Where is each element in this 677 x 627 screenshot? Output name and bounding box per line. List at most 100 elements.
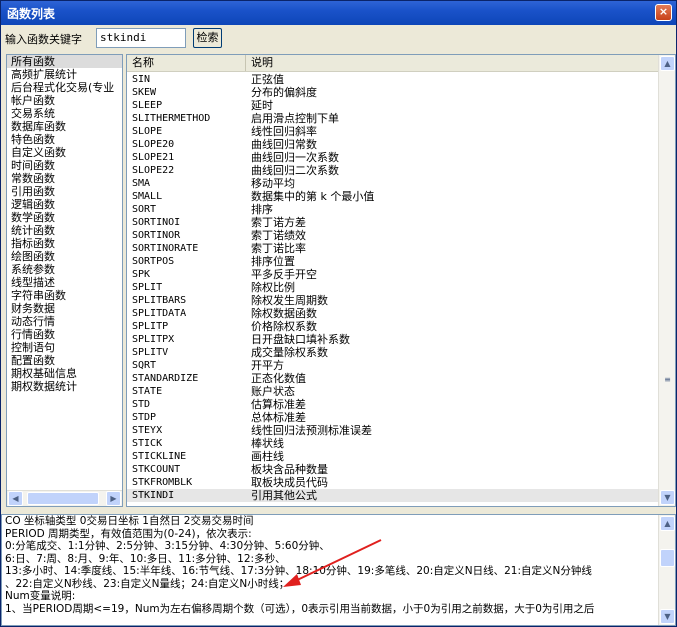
category-item[interactable]: 字符串函数: [7, 289, 122, 302]
category-item[interactable]: 高频扩展统计: [7, 68, 122, 81]
category-item[interactable]: 期权数据统计: [7, 380, 122, 393]
function-name: STD: [132, 399, 151, 410]
function-desc: 除权发生周期数: [251, 294, 328, 307]
table-row[interactable]: STDP 总体标准差: [127, 411, 659, 424]
table-row[interactable]: STEYX 线性回归法预测标准误差: [127, 424, 659, 437]
category-item[interactable]: 行情函数: [7, 328, 122, 341]
description-vertical-scrollbar[interactable]: ▲ ▼: [658, 515, 675, 625]
category-item[interactable]: 所有函数: [7, 55, 122, 68]
table-row[interactable]: STKCOUNT 板块含品种数量: [127, 463, 659, 476]
search-label: 输入函数关键字: [5, 33, 82, 46]
category-item[interactable]: 数据库函数: [7, 120, 122, 133]
table-row[interactable]: SLOPE21 曲线回归一次系数: [127, 151, 659, 164]
table-row[interactable]: SMALL 数据集中的第 k 个最小值: [127, 190, 659, 203]
function-desc: 估算标准差: [251, 398, 306, 411]
table-row[interactable]: SPK 平多反手开空: [127, 268, 659, 281]
table-row[interactable]: SLOPE20 曲线回归常数: [127, 138, 659, 151]
table-row[interactable]: STICKLINE 画柱线: [127, 450, 659, 463]
table-row[interactable]: STANDARDIZE 正态化数值: [127, 372, 659, 385]
category-item[interactable]: 线型描述: [7, 276, 122, 289]
search-input[interactable]: stkindi: [96, 28, 186, 48]
scroll-left-icon[interactable]: ◀: [8, 491, 23, 506]
function-name: SLOPE21: [132, 152, 175, 163]
function-table[interactable]: 名称 说明 SIN 正弦值 SKEW 分布的偏斜度 SLEEP 延时 SLITHERMETH…: [126, 54, 676, 507]
table-row[interactable]: SLOPE22 曲线回归二次系数: [127, 164, 659, 177]
category-item[interactable]: 绘图函数: [7, 250, 122, 263]
table-row[interactable]: SORTINORATE 索丁诺比率: [127, 242, 659, 255]
scroll-thumb[interactable]: [660, 549, 675, 567]
category-item[interactable]: 时间函数: [7, 159, 122, 172]
function-desc: 除权数据函数: [251, 307, 317, 320]
category-item[interactable]: 逻辑函数: [7, 198, 122, 211]
scroll-up-icon[interactable]: ▲: [660, 56, 675, 71]
category-item[interactable]: 配置函数: [7, 354, 122, 367]
category-item[interactable]: 控制语句: [7, 341, 122, 354]
description-line: PERIOD 周期类型，有效值范围为(0-24)，依次表示:: [5, 527, 252, 540]
category-item[interactable]: 系统参数: [7, 263, 122, 276]
category-item[interactable]: 指标函数: [7, 237, 122, 250]
category-item[interactable]: 期权基础信息: [7, 367, 122, 380]
function-desc: 索丁诺绩效: [251, 229, 306, 242]
category-item[interactable]: 引用函数: [7, 185, 122, 198]
table-row[interactable]: SPLITBARS 除权发生周期数: [127, 294, 659, 307]
scroll-down-icon[interactable]: ▼: [660, 609, 675, 624]
function-name: SKEW: [132, 87, 157, 98]
table-row[interactable]: SPLITDATA 除权数据函数: [127, 307, 659, 320]
category-item[interactable]: 动态行情: [7, 315, 122, 328]
table-row[interactable]: STATE 账户状态: [127, 385, 659, 398]
function-vertical-scrollbar[interactable]: ▲ ≡ ▼: [658, 55, 675, 506]
table-row[interactable]: SPLITP 价格除权系数: [127, 320, 659, 333]
category-item[interactable]: 财务数据: [7, 302, 122, 315]
table-row[interactable]: SLITHERMETHOD 启用滑点控制下单: [127, 112, 659, 125]
table-row[interactable]: SIN 正弦值: [127, 73, 659, 86]
table-row[interactable]: SQRT 开平方: [127, 359, 659, 372]
function-name: STKCOUNT: [132, 464, 181, 475]
category-item[interactable]: 常数函数: [7, 172, 122, 185]
function-desc: 板块含品种数量: [251, 463, 328, 476]
table-row[interactable]: SLEEP 延时: [127, 99, 659, 112]
category-item[interactable]: 统计函数: [7, 224, 122, 237]
function-name: SMA: [132, 178, 151, 189]
table-row[interactable]: SPLITPX 日开盘缺口填补系数: [127, 333, 659, 346]
table-row[interactable]: SPLIT 除权比例: [127, 281, 659, 294]
scroll-right-icon[interactable]: ▶: [106, 491, 121, 506]
function-desc: 正态化数值: [251, 372, 306, 385]
title-bar[interactable]: 函数列表 ×: [1, 1, 676, 25]
category-item[interactable]: 数学函数: [7, 211, 122, 224]
table-row[interactable]: SORTPOS 排序位置: [127, 255, 659, 268]
table-row[interactable]: SORTINOI 索丁诺方差: [127, 216, 659, 229]
description-line: 0:分笔成交、1:1分钟、2:5分钟、3:15分钟、4:30分钟、5:60分钟、: [5, 540, 330, 552]
function-name: SIN: [132, 74, 151, 85]
close-button[interactable]: ×: [655, 4, 672, 21]
scroll-down-icon[interactable]: ▼: [660, 490, 675, 505]
horizontal-scroll-thumb[interactable]: [27, 492, 99, 505]
table-row[interactable]: STKINDI 引用其他公式: [127, 489, 659, 502]
function-name: SLEEP: [132, 100, 163, 111]
function-description[interactable]: CO 坐标轴类型 0交易日坐标 1自然日 2交易交易时间 PERIOD 周期类型，…: [1, 514, 676, 626]
table-row[interactable]: STKFROMBLK 取板块成员代码: [127, 476, 659, 489]
table-row[interactable]: SPLITV 成交量除权系数: [127, 346, 659, 359]
function-desc: 延时: [251, 99, 273, 112]
table-row[interactable]: SMA 移动平均: [127, 177, 659, 190]
table-row[interactable]: STD 估算标准差: [127, 398, 659, 411]
column-header-name[interactable]: 名称: [127, 55, 246, 71]
category-horizontal-scrollbar[interactable]: ◀ ▶: [7, 490, 122, 506]
function-name: SQRT: [132, 360, 157, 371]
function-name: SORTINOI: [132, 217, 181, 228]
category-item[interactable]: 交易系统: [7, 107, 122, 120]
column-header-desc[interactable]: 说明: [246, 55, 659, 71]
scroll-thumb-grip-icon[interactable]: ≡: [660, 373, 675, 384]
category-item[interactable]: 自定义函数: [7, 146, 122, 159]
category-item[interactable]: 帐户函数: [7, 94, 122, 107]
table-row[interactable]: SORT 排序: [127, 203, 659, 216]
scroll-up-icon[interactable]: ▲: [660, 516, 675, 531]
table-row[interactable]: SKEW 分布的偏斜度: [127, 86, 659, 99]
category-list[interactable]: 所有函数 高频扩展统计 后台程式化交易(专业 帐户函数 交易系统 数据库函数 特色函数 自定义…: [6, 54, 123, 507]
category-item[interactable]: 后台程式化交易(专业: [7, 81, 122, 94]
table-row[interactable]: SORTINOR 索丁诺绩效: [127, 229, 659, 242]
category-item[interactable]: 特色函数: [7, 133, 122, 146]
table-row[interactable]: SLOPE 线性回归斜率: [127, 125, 659, 138]
function-desc: 除权比例: [251, 281, 295, 294]
table-row[interactable]: STICK 棒状线: [127, 437, 659, 450]
search-button[interactable]: 检索: [193, 28, 222, 48]
